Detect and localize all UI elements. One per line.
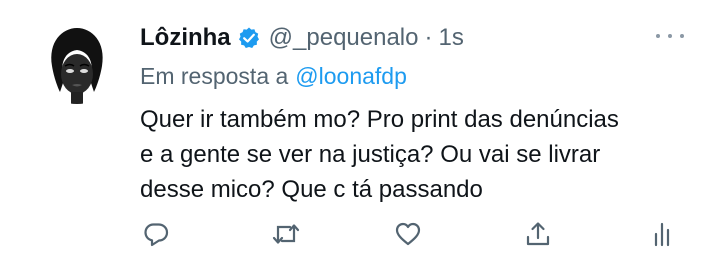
more-dots-icon[interactable]: [656, 26, 684, 46]
separator-dot: ·: [424, 24, 433, 51]
display-name[interactable]: Lôzinha: [140, 24, 231, 52]
tweet-text-line: Quer ir também mo? Pro print das denúnci…: [140, 106, 619, 133]
reply-icon[interactable]: [140, 216, 172, 252]
user-handle[interactable]: @_pequenalo: [269, 24, 419, 52]
tweet-text-line: e a gente se ver na justiça? Ou vai se l…: [140, 141, 601, 168]
avatar-image: [36, 22, 118, 104]
tweet[interactable]: Lôzinha @_pequenalo · 1s Em resposta a @…: [0, 0, 720, 279]
tweet-text: Quer ir também mo? Pro print das denúnci…: [140, 102, 710, 207]
reply-mention-link[interactable]: @loonafdp: [295, 63, 407, 90]
tweet-header: Lôzinha @_pequenalo · 1s: [140, 18, 464, 58]
reply-prefix: Em resposta a: [140, 62, 289, 89]
share-icon[interactable]: [522, 216, 554, 252]
retweet-icon[interactable]: [270, 216, 302, 252]
timestamp[interactable]: 1s: [438, 24, 463, 52]
analytics-icon[interactable]: [646, 216, 678, 252]
verified-badge-icon: [237, 26, 261, 50]
heart-icon[interactable]: [392, 216, 424, 252]
tweet-text-line: desse mico? Que c tá passando: [140, 176, 483, 203]
tweet-actions: [140, 216, 700, 252]
avatar[interactable]: [36, 22, 118, 104]
reply-context: Em resposta a @loonafdp: [140, 58, 407, 94]
